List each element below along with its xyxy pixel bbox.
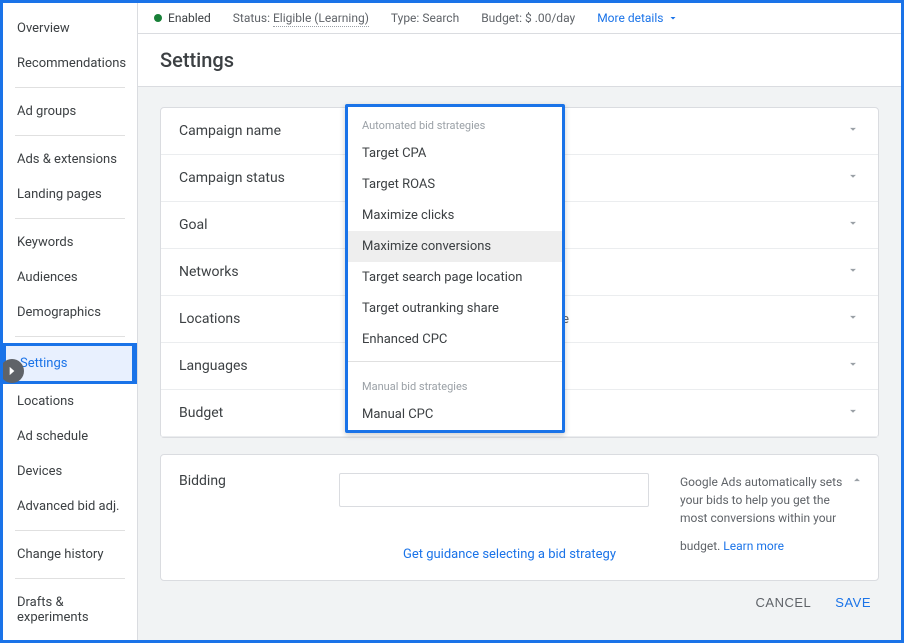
bidding-card: Bidding Get guidance selecting a bid str…: [160, 454, 879, 581]
chevron-down-icon: [846, 310, 860, 328]
dd-target-search-page-location[interactable]: Target search page location: [348, 262, 562, 293]
page-title: Settings: [138, 34, 901, 87]
sidebar-item-demographics[interactable]: Demographics: [3, 295, 137, 330]
status-bar: Enabled Status: Eligible (Learning) Type…: [138, 3, 901, 34]
bidding-actions: CANCEL SAVE: [160, 581, 879, 614]
budget-value: $ .00/day: [525, 11, 575, 25]
save-button[interactable]: SAVE: [835, 595, 871, 610]
campaign-enabled-indicator[interactable]: Enabled: [154, 11, 211, 25]
sidebar-item-ads-extensions[interactable]: Ads & extensions: [3, 142, 137, 177]
sidebar-separator: [15, 135, 125, 136]
chevron-down-icon: [846, 357, 860, 375]
sidebar-item-keywords[interactable]: Keywords: [3, 225, 137, 260]
dd-manual-cpc[interactable]: Manual CPC: [348, 399, 562, 430]
enabled-label: Enabled: [168, 11, 211, 25]
chevron-down-icon: [846, 404, 860, 422]
status-dot-icon: [154, 14, 162, 22]
app-frame: Overview Recommendations Ad groups Ads &…: [0, 0, 904, 643]
sidebar-item-settings[interactable]: Settings: [6, 346, 134, 381]
settings-content: Campaign name Campaign status Goal Netwo…: [138, 87, 901, 640]
main-area: Enabled Status: Eligible (Learning) Type…: [138, 3, 901, 640]
sidebar-item-advanced-bid-adj[interactable]: Advanced bid adj.: [3, 489, 137, 524]
sidebar-item-landing-pages[interactable]: Landing pages: [3, 177, 137, 212]
type-value: Search: [422, 11, 459, 25]
bidding-help-panel: Google Ads automatically sets your bids …: [680, 473, 860, 562]
sidebar-item-devices[interactable]: Devices: [3, 454, 137, 489]
sidebar-separator: [15, 578, 125, 579]
sidebar-item-recommendations[interactable]: Recommendations: [3, 46, 137, 81]
chevron-down-icon: [846, 263, 860, 281]
dd-maximize-conversions[interactable]: Maximize conversions: [348, 231, 562, 262]
sidebar-item-overview[interactable]: Overview: [3, 11, 137, 46]
chevron-up-icon[interactable]: [850, 473, 864, 492]
cancel-button[interactable]: CANCEL: [756, 595, 812, 610]
sidebar-item-audiences[interactable]: Audiences: [3, 260, 137, 295]
sidebar-separator: [15, 218, 125, 219]
dd-target-roas[interactable]: Target ROAS: [348, 169, 562, 200]
chevron-down-icon: [846, 122, 860, 140]
sidebar-item-ad-schedule[interactable]: Ad schedule: [3, 419, 137, 454]
bid-strategy-dropdown[interactable]: Automated bid strategies Target CPA Targ…: [345, 104, 565, 433]
type-field: Type: Search: [391, 11, 459, 25]
sidebar-separator: [15, 530, 125, 531]
chevron-down-icon: [846, 169, 860, 187]
sidebar-separator: [15, 336, 125, 337]
bidding-label: Bidding: [179, 473, 339, 562]
sidebar-separator: [15, 87, 125, 88]
dd-target-cpa[interactable]: Target CPA: [348, 138, 562, 169]
sidebar-item-change-history[interactable]: Change history: [3, 537, 137, 572]
status-value[interactable]: Eligible (Learning): [273, 11, 369, 27]
dropdown-separator: [348, 361, 562, 362]
settings-panel: Campaign name Campaign status Goal Netwo…: [160, 107, 879, 438]
learn-more-link[interactable]: Learn more: [723, 537, 784, 555]
sidebar: Overview Recommendations Ad groups Ads &…: [3, 3, 138, 640]
bid-guidance-link[interactable]: Get guidance selecting a bid strategy: [403, 547, 616, 562]
sidebar-item-drafts-experiments[interactable]: Drafts & experiments: [3, 585, 137, 635]
chevron-down-icon: [846, 216, 860, 234]
sidebar-item-ad-groups[interactable]: Ad groups: [3, 94, 137, 129]
more-details-link[interactable]: More details: [597, 11, 679, 25]
dropdown-section-manual: Manual bid strategies: [348, 368, 562, 399]
dd-maximize-clicks[interactable]: Maximize clicks: [348, 200, 562, 231]
budget-field: Budget: $ .00/day: [481, 11, 575, 25]
dropdown-section-automated: Automated bid strategies: [348, 107, 562, 138]
dd-target-outranking-share[interactable]: Target outranking share: [348, 293, 562, 324]
sidebar-item-locations[interactable]: Locations: [3, 384, 137, 419]
dd-enhanced-cpc[interactable]: Enhanced CPC: [348, 324, 562, 355]
status-field: Status: Eligible (Learning): [233, 11, 369, 25]
bid-strategy-select[interactable]: [339, 473, 649, 507]
chevron-down-icon: [667, 12, 679, 24]
